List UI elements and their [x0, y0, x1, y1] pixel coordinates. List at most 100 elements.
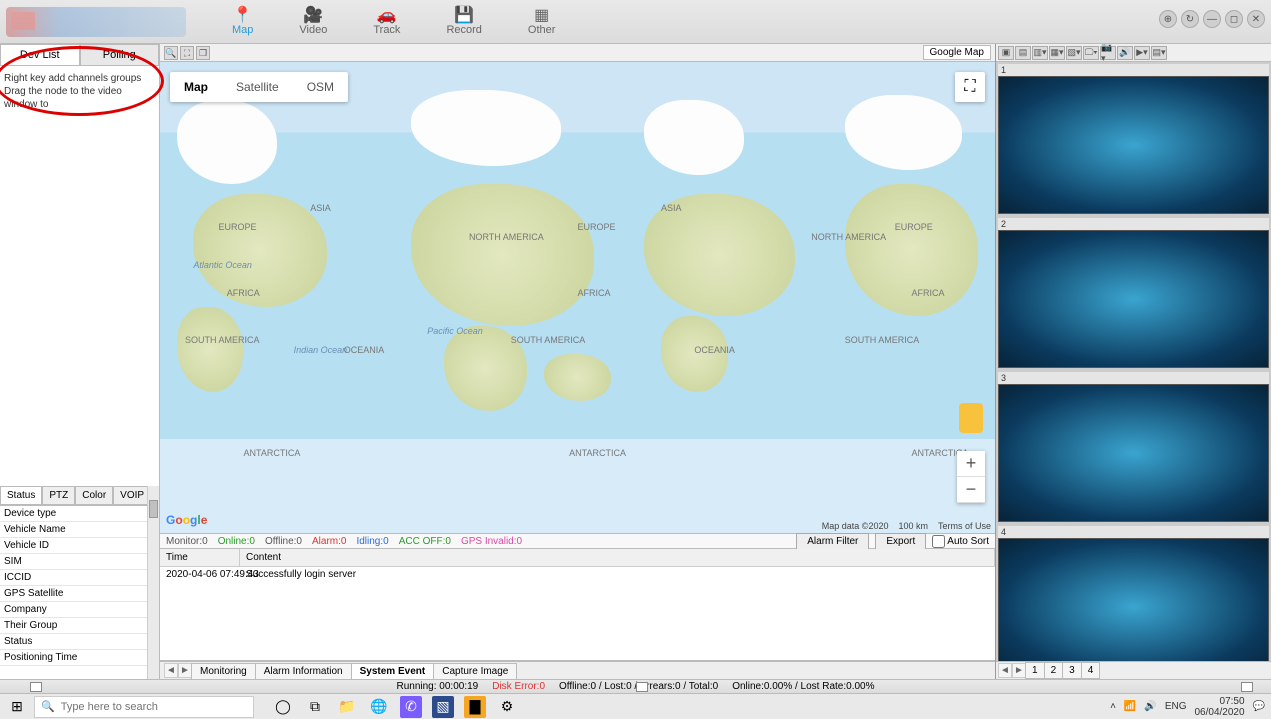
autosort-input[interactable] [932, 535, 945, 548]
layout-icon[interactable]: ▤ [1015, 46, 1031, 60]
network-icon[interactable]: 📶 [1124, 701, 1136, 712]
dock-left-icon[interactable] [30, 682, 42, 692]
tabs-prev[interactable]: ◄ [164, 663, 178, 678]
title-bar: 📍Map 🎥Video 🚗Track 💾Record ▦Other ⊕ ↻ — … [0, 0, 1271, 44]
fullscreen-button[interactable]: ⛶ [955, 72, 985, 102]
video-slot[interactable]: 4 [998, 526, 1269, 661]
window-icon[interactable]: ❐ [196, 46, 210, 60]
close-button[interactable]: ✕ [1247, 10, 1265, 28]
search-icon[interactable]: 🔍 [164, 46, 178, 60]
taskbar-search[interactable]: 🔍 [34, 696, 254, 718]
map-mode-osm[interactable]: OSM [293, 72, 348, 102]
video-slot[interactable]: 2 [998, 218, 1269, 368]
vpage-3[interactable]: 3 [1062, 662, 1082, 679]
zoom-out-button[interactable]: − [957, 477, 985, 503]
video-slot[interactable]: 3 [998, 372, 1269, 522]
tray-chevron-icon[interactable]: ˄ [1110, 701, 1116, 712]
vpage-4[interactable]: 4 [1081, 662, 1101, 679]
event-body[interactable]: 2020-04-06 07:49:43 Successfully login s… [160, 567, 995, 660]
refresh-button[interactable]: ↻ [1181, 10, 1199, 28]
search-input[interactable] [61, 701, 247, 713]
snapshot-icon[interactable]: 📷▾ [1100, 46, 1116, 60]
tab-color[interactable]: Color [75, 486, 113, 505]
video-placeholder[interactable] [998, 76, 1269, 214]
tab-monitoring[interactable]: Monitoring [191, 663, 256, 679]
scrollbar[interactable] [147, 486, 159, 679]
nav-record[interactable]: 💾Record [440, 6, 487, 38]
pegman-icon[interactable] [959, 403, 983, 433]
tab-polling[interactable]: Polling [80, 44, 160, 65]
nav-other[interactable]: ▦Other [522, 6, 562, 38]
dock-right-icon[interactable] [1241, 682, 1253, 692]
lang-indicator[interactable]: ENG [1165, 701, 1187, 712]
viber-icon[interactable]: ✆ [400, 696, 422, 718]
taskview-icon[interactable]: ⧉ [304, 696, 326, 718]
tab-alarm-info[interactable]: Alarm Information [255, 663, 352, 679]
grid-icon[interactable]: ▤▾ [1151, 46, 1167, 60]
video-slot[interactable]: 1 [998, 64, 1269, 214]
vpager-prev[interactable]: ◄ [998, 663, 1012, 678]
cortana-icon[interactable]: ◯ [272, 696, 294, 718]
start-button[interactable]: ⊞ [0, 694, 34, 719]
chrome-icon[interactable]: 🌐 [368, 696, 390, 718]
tab-status[interactable]: Status [0, 486, 42, 505]
volume-icon[interactable]: 🔊 [1144, 701, 1156, 712]
clock-date: 06/04/2020 [1194, 707, 1244, 718]
taskbar-clock[interactable]: 07:50 06/04/2020 [1194, 696, 1244, 718]
minimize-button[interactable]: — [1203, 10, 1221, 28]
layout4-icon[interactable]: ▧▾ [1066, 46, 1082, 60]
alarm-filter-button[interactable]: Alarm Filter [796, 533, 869, 550]
device-tree[interactable]: Right key add channels groups Drag the n… [0, 66, 159, 486]
map-mode-map[interactable]: Map [170, 72, 222, 102]
expand-icon[interactable]: ⛶ [180, 46, 194, 60]
sound-icon[interactable]: 🔊 [1117, 46, 1133, 60]
zoom-in-button[interactable]: + [957, 451, 985, 477]
map-mode-satellite[interactable]: Satellite [222, 72, 293, 102]
scroll-thumb[interactable] [149, 500, 158, 518]
tab-system-event[interactable]: System Event [351, 663, 435, 679]
maximize-button[interactable]: ◻ [1225, 10, 1243, 28]
nav-track[interactable]: 🚗Track [367, 6, 406, 38]
stop-all-icon[interactable]: ▣ [998, 46, 1014, 60]
layout3-icon[interactable]: ▦▾ [1049, 46, 1065, 60]
col-time: Time [160, 549, 240, 566]
map-canvas[interactable]: EUROPE ASIA NORTH AMERICA AFRICA SOUTH A… [160, 62, 995, 533]
prop-row: Their Group [0, 618, 159, 634]
dock-mid-icon[interactable] [636, 682, 648, 692]
tabs-next[interactable]: ► [178, 663, 192, 678]
sublime-icon[interactable]: ▇ [464, 696, 486, 718]
settings-button[interactable]: ⊕ [1159, 10, 1177, 28]
vpage-2[interactable]: 2 [1044, 662, 1064, 679]
event-time: 2020-04-06 07:49:43 [160, 567, 240, 582]
layout2-icon[interactable]: ▥▾ [1032, 46, 1048, 60]
video-placeholder[interactable] [998, 538, 1269, 661]
video-panel: ▣ ▤ ▥▾ ▦▾ ▧▾ 🖵▾ 📷▾ 🔊 ▶▾ ▤▾ 1 2 3 4 ◄ ► 1… [995, 44, 1271, 679]
autosort-checkbox[interactable]: Auto Sort [932, 535, 989, 548]
display-icon[interactable]: 🖵▾ [1083, 46, 1099, 60]
map-label: AFRICA [578, 288, 611, 298]
play-icon[interactable]: ▶▾ [1134, 46, 1150, 60]
map-label: EUROPE [895, 222, 933, 232]
terms-link[interactable]: Terms of Use [938, 521, 991, 531]
tab-dev-list[interactable]: Dev List [0, 44, 80, 65]
video-placeholder[interactable] [998, 384, 1269, 522]
tab-voip[interactable]: VOIP [113, 486, 151, 505]
nav-map[interactable]: 📍Map [226, 6, 259, 38]
tab-ptz[interactable]: PTZ [42, 486, 75, 505]
map-provider-label[interactable]: Google Map [923, 45, 991, 60]
accoff-count: ACC OFF:0 [399, 536, 451, 547]
video-placeholder[interactable] [998, 230, 1269, 368]
notifications-icon[interactable]: 💬 [1253, 701, 1265, 712]
tab-capture-image[interactable]: Capture Image [433, 663, 517, 679]
gpsinvalid-count: GPS Invalid:0 [461, 536, 522, 547]
vpager-next[interactable]: ► [1012, 663, 1026, 678]
app1-icon[interactable]: ▧ [432, 696, 454, 718]
map-area[interactable]: EUROPE ASIA NORTH AMERICA AFRICA SOUTH A… [160, 62, 995, 533]
prop-row: ICCID [0, 570, 159, 586]
app2-icon[interactable]: ⚙ [496, 696, 518, 718]
vpage-1[interactable]: 1 [1025, 662, 1045, 679]
export-button[interactable]: Export [875, 533, 926, 550]
nav-video[interactable]: 🎥Video [293, 6, 333, 38]
explorer-icon[interactable]: 📁 [336, 696, 358, 718]
event-row[interactable]: 2020-04-06 07:49:43 Successfully login s… [160, 567, 995, 582]
